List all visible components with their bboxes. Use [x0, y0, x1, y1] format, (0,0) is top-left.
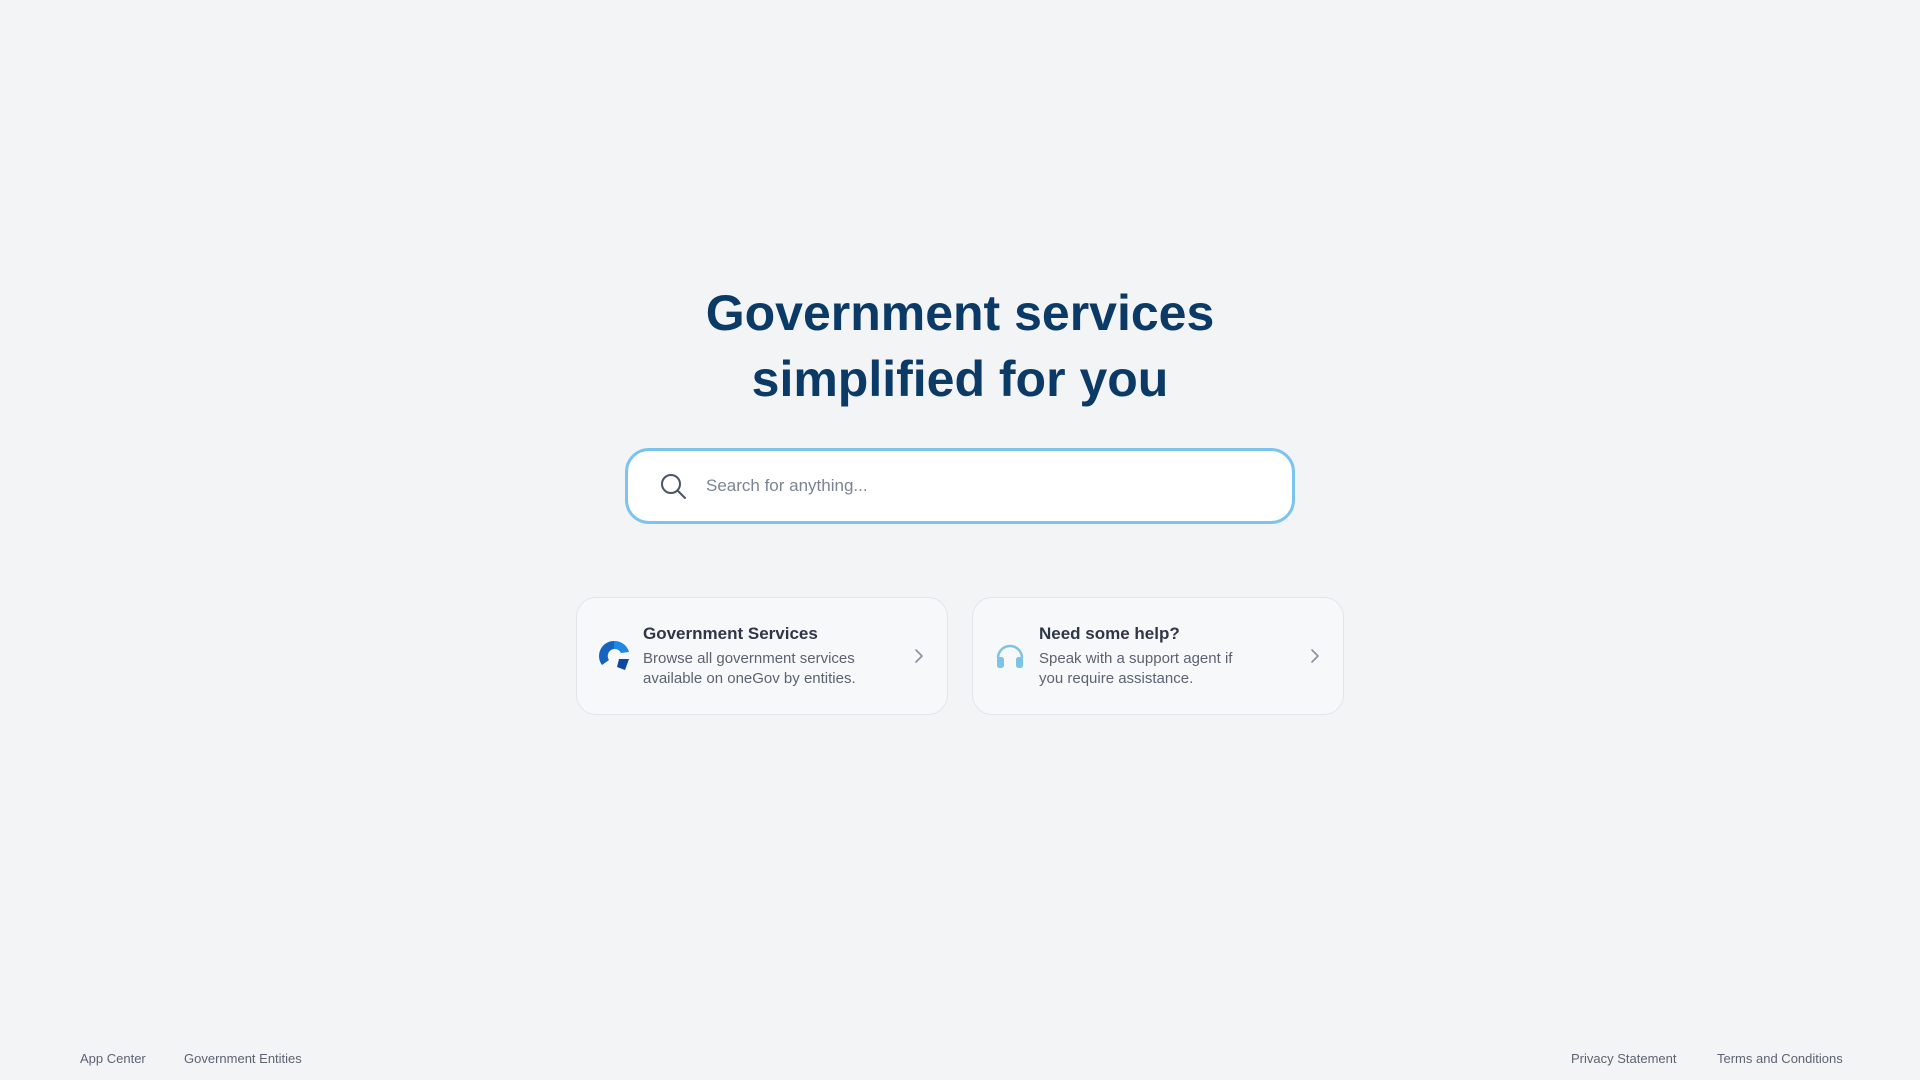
chevron-right-icon	[911, 648, 927, 664]
page: Government services simplified for you G…	[0, 0, 1920, 1080]
card-description: Browse all government services available…	[643, 650, 856, 687]
footer-link-terms-and-conditions[interactable]: Terms and Conditions	[1717, 1051, 1843, 1067]
headset-icon	[993, 639, 1027, 673]
footer-link-privacy-statement[interactable]: Privacy Statement	[1571, 1051, 1677, 1067]
hero-title-line-1: Government services	[705, 285, 1215, 341]
government-services-card[interactable]: Government Services Browse all governmen…	[576, 597, 948, 715]
footer-link-government-entities[interactable]: Government Entities	[184, 1051, 302, 1067]
card-title: Government Services	[643, 624, 818, 643]
search-box[interactable]	[625, 448, 1295, 524]
hero-title: Government services simplified for you	[0, 280, 1920, 412]
chevron-right-icon	[1307, 648, 1323, 664]
footer-link-app-center[interactable]: App Center	[80, 1051, 146, 1067]
card-title: Need some help?	[1039, 624, 1180, 643]
onegov-logo-icon	[597, 639, 631, 673]
hero-title-line-2: simplified for you	[751, 351, 1169, 407]
search-icon	[658, 471, 688, 501]
need-help-card[interactable]: Need some help? Speak with a support age…	[972, 597, 1344, 715]
card-description: Speak with a support agent if you requir…	[1039, 650, 1233, 687]
search-input[interactable]	[706, 466, 1266, 506]
